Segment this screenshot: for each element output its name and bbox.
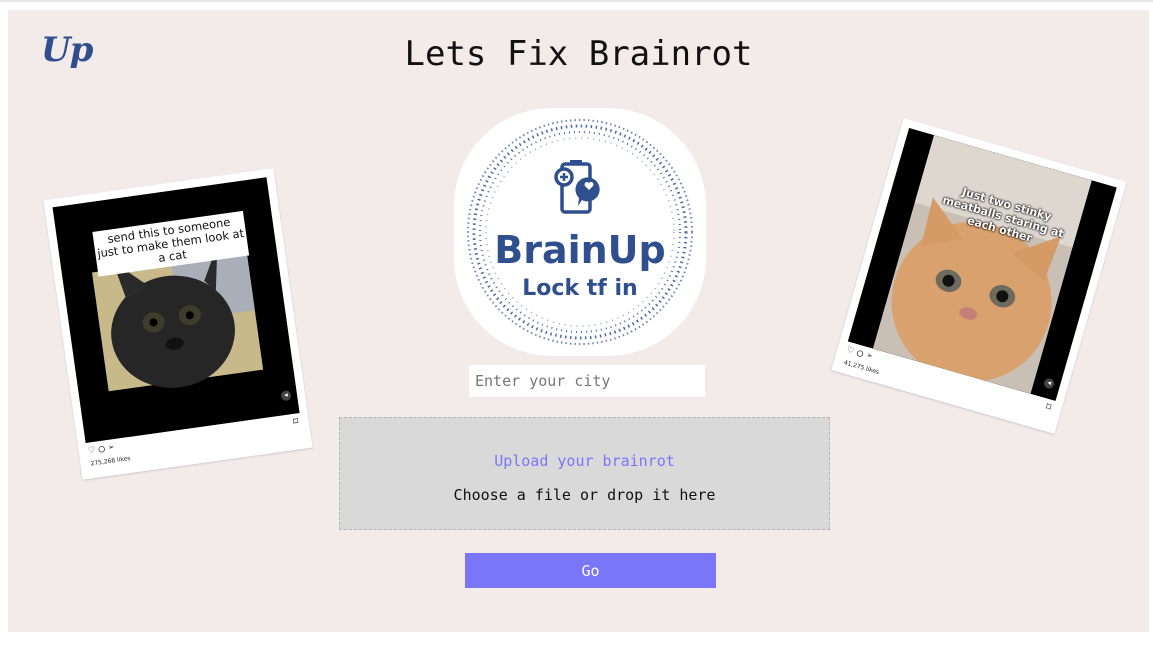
- comment-icon[interactable]: ◯: [98, 443, 106, 455]
- meme-post-right: Just two stinky meatballs staring at eac…: [831, 118, 1127, 434]
- go-button[interactable]: Go: [465, 553, 716, 588]
- post-media: send this to someone just to make them l…: [52, 177, 300, 444]
- city-input[interactable]: [469, 365, 705, 397]
- heart-icon[interactable]: ♡: [846, 345, 855, 357]
- file-dropzone[interactable]: Upload your brainrot Choose a file or dr…: [339, 417, 830, 530]
- phone-brain-health-icon: [554, 160, 600, 214]
- meme-post-left: send this to someone just to make them l…: [43, 168, 313, 480]
- share-icon[interactable]: ➢: [865, 350, 874, 362]
- brainup-badge: BrainUp Lock tf in: [454, 108, 706, 356]
- post-media: Just two stinky meatballs staring at eac…: [847, 127, 1117, 401]
- main-panel: Up Lets Fix Brainrot send this to someon…: [8, 10, 1149, 632]
- bookmark-icon[interactable]: ⌑: [1044, 402, 1053, 414]
- heart-icon[interactable]: ♡: [88, 445, 96, 457]
- post-likes: 275,268 likes: [90, 454, 131, 468]
- share-icon[interactable]: ➢: [108, 442, 116, 454]
- comment-icon[interactable]: ◯: [856, 348, 865, 360]
- badge-tagline: Lock tf in: [522, 276, 638, 301]
- upload-title: Upload your brainrot: [494, 452, 675, 470]
- black-cat-photo: [52, 177, 300, 444]
- page-top-line: [0, 0, 1153, 2]
- orange-cat-photo: [847, 127, 1117, 401]
- bookmark-icon[interactable]: ⌑: [292, 416, 300, 428]
- page-title: Lets Fix Brainrot: [404, 34, 753, 74]
- post-actions: ♡◯➢: [88, 442, 119, 457]
- upload-hint: Choose a file or drop it here: [453, 486, 716, 504]
- badge-brand-name: BrainUp: [494, 228, 666, 272]
